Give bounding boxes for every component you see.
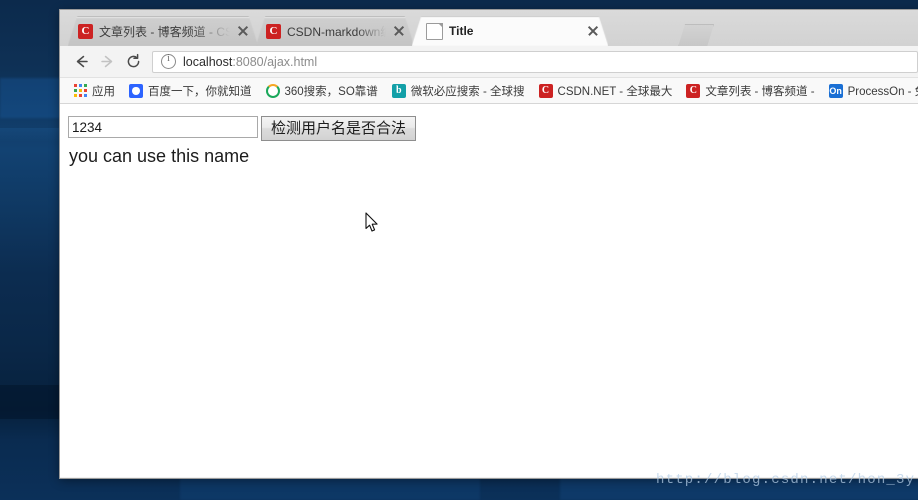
baidu-icon	[129, 83, 143, 98]
tab-close-icon[interactable]	[392, 24, 406, 38]
username-input[interactable]	[68, 116, 258, 138]
bookmark-label: ProcessOn - 免费在线	[847, 85, 918, 98]
reload-button[interactable]	[120, 49, 146, 75]
bookmark-csdn-net[interactable]: C CSDN.NET - 全球最大	[533, 81, 679, 101]
forward-button[interactable]	[94, 49, 120, 75]
tab-title: Title	[449, 24, 474, 38]
tab-title: CSDN-markdown编辑器	[287, 24, 386, 39]
mouse-cursor	[365, 212, 378, 232]
validation-result-text: you can use this name	[69, 146, 250, 166]
page-viewport: 检测用户名是否合法 you can use this name	[60, 104, 918, 477]
bookmark-label: 360搜索，SO靠谱	[284, 85, 378, 98]
arrow-right-icon	[100, 55, 112, 68]
tab-title: 文章列表 - 博客频道 - CS	[99, 24, 230, 39]
bookmark-label: 百度一下，你就知道	[148, 85, 252, 98]
csdn-icon: C	[686, 83, 701, 98]
tab-close-icon[interactable]	[236, 24, 250, 38]
blog-watermark: http://blog.csdn.net/hon_3y	[656, 472, 916, 488]
processon-icon: On	[828, 83, 843, 98]
arrow-left-icon	[76, 55, 88, 68]
bookmark-label: CSDN.NET - 全球最大	[557, 85, 673, 98]
csdn-favicon-icon: C	[266, 23, 281, 39]
csdn-favicon-icon: C	[78, 23, 93, 39]
tab-strip: C 文章列表 - 博客频道 - CS C CSDN-markdown编辑器 Ti…	[60, 10, 918, 46]
back-button[interactable]	[68, 49, 94, 75]
bookmark-csdn-blog[interactable]: C 文章列表 - 博客频道 -	[680, 81, 820, 101]
apps-grid-icon	[74, 84, 87, 97]
info-circle-icon[interactable]	[161, 53, 176, 69]
bookmarks-bar: 应用 百度一下，你就知道 360搜索，SO靠谱 b 微软必应搜索 - 全球搜 C…	[60, 78, 918, 104]
username-check-form: 检测用户名是否合法	[68, 116, 918, 141]
url-path: :8080/ajax.html	[232, 54, 318, 69]
wallpaper-highlight	[0, 78, 62, 118]
url-host: localhost	[183, 54, 233, 69]
bookmark-label: 微软必应搜索 - 全球搜	[410, 85, 525, 98]
browser-window: C 文章列表 - 博客频道 - CS C CSDN-markdown编辑器 Ti…	[60, 10, 918, 478]
check-username-button[interactable]: 检测用户名是否合法	[261, 116, 417, 141]
bookmark-apps[interactable]: 应用	[68, 81, 121, 101]
new-tab-button[interactable]	[678, 24, 714, 46]
address-bar[interactable]: localhost:8080/ajax.html	[152, 50, 918, 73]
browser-tab-0[interactable]: C 文章列表 - 博客频道 - CS	[68, 16, 258, 46]
reload-icon	[127, 53, 139, 68]
csdn-icon: C	[538, 83, 553, 98]
so360-icon	[265, 83, 280, 98]
bookmark-label: 应用	[92, 85, 115, 98]
bookmark-baidu[interactable]: 百度一下，你就知道	[123, 81, 258, 101]
browser-tab-1[interactable]: C CSDN-markdown编辑器	[256, 16, 414, 46]
bing-icon: b	[391, 83, 406, 98]
tab-close-icon[interactable]	[586, 24, 600, 38]
bookmark-bing[interactable]: b 微软必应搜索 - 全球搜	[386, 81, 531, 101]
bookmark-processon[interactable]: On ProcessOn - 免费在线	[823, 81, 918, 101]
bookmark-label: 文章列表 - 博客频道 -	[705, 85, 815, 98]
browser-tab-2[interactable]: Title	[412, 16, 608, 46]
bookmark-so360[interactable]: 360搜索，SO靠谱	[260, 81, 384, 101]
url-text: localhost:8080/ajax.html	[183, 55, 317, 69]
browser-toolbar: localhost:8080/ajax.html	[60, 46, 918, 78]
document-favicon-icon	[426, 22, 443, 40]
